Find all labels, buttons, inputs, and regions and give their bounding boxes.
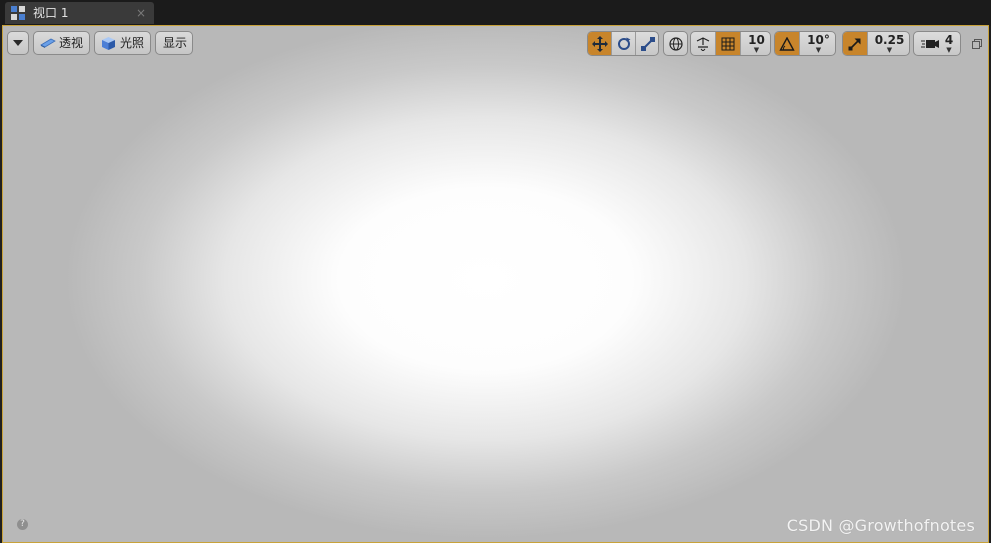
grid-snap-value: 10 (748, 33, 765, 47)
rotation-snap-group: 10° ▼ (774, 31, 836, 56)
lighting-label: 光照 (120, 36, 145, 50)
tab-title: 视口 1 (33, 6, 69, 20)
lighting-button[interactable]: 光照 (94, 31, 151, 55)
scale-snap-toggle[interactable] (843, 32, 867, 55)
tab-viewport-1[interactable]: 视口 1 × (5, 2, 154, 24)
rotate-tool-button[interactable] (611, 32, 635, 55)
grid-snap-value-dropdown[interactable]: 10 ▼ (740, 32, 770, 55)
grid-icon (721, 37, 735, 50)
scale-snap-group: 0.25 ▼ (842, 31, 910, 56)
chevron-down-icon: ▼ (886, 46, 893, 54)
show-button[interactable]: 显示 (155, 31, 193, 55)
chevron-down-icon: ▼ (946, 46, 952, 54)
world-space-toggle[interactable] (664, 32, 687, 55)
scale-tool-button[interactable] (635, 32, 658, 55)
tab-close-button[interactable]: × (136, 5, 146, 21)
perspective-label: 透视 (59, 36, 84, 50)
level-viewport[interactable]: 透视 光照 显示 10 ▼ 10° ▼ 0.25 ▼ 4 ▼ ? CSDN @G… (2, 25, 989, 543)
rotation-snap-value-dropdown[interactable]: 10° ▼ (799, 32, 835, 55)
grid-snap-group: 10 ▼ (690, 31, 771, 56)
restore-window-icon[interactable] (972, 39, 982, 49)
rotation-snap-toggle[interactable] (775, 32, 799, 55)
surface-snap-button[interactable] (691, 32, 715, 55)
chevron-down-icon: ▼ (753, 46, 760, 54)
translate-tool-button[interactable] (588, 32, 611, 55)
chevron-down-icon: ▼ (815, 46, 822, 54)
viewport-layout-icon (11, 6, 25, 20)
scale-snap-value: 0.25 (874, 33, 905, 47)
watermark: CSDN @Growthofnotes (786, 516, 975, 535)
surface-snap-icon (696, 36, 710, 51)
transform-tools-group (587, 31, 659, 56)
scale-snap-value-dropdown[interactable]: 0.25 ▼ (867, 32, 909, 55)
camera-speed-value: 4 (944, 33, 954, 47)
rotation-snap-value: 10° (807, 33, 830, 47)
globe-icon (668, 36, 683, 51)
show-label: 显示 (163, 36, 188, 50)
camera-speed-dropdown[interactable]: 4 ▼ (914, 32, 960, 55)
camera-speed-button[interactable]: 4 ▼ (913, 31, 961, 56)
viewport-options-button[interactable] (7, 31, 29, 55)
scale-arrow-icon (848, 38, 861, 50)
angle-icon (779, 36, 795, 51)
perspective-button[interactable]: 透视 (33, 31, 90, 55)
camera-icon (921, 39, 939, 48)
scale-icon (641, 36, 655, 51)
perspective-icon (40, 38, 56, 48)
chevron-down-icon (13, 40, 23, 46)
rotate-icon (617, 37, 630, 50)
grid-snap-toggle[interactable] (715, 32, 740, 55)
move-arrows-icon (591, 35, 608, 52)
help-icon[interactable]: ? (17, 519, 28, 530)
coordinate-system-button[interactable] (663, 31, 688, 56)
lit-cube-icon (102, 37, 115, 50)
tab-bar: 视口 1 × (0, 0, 991, 26)
